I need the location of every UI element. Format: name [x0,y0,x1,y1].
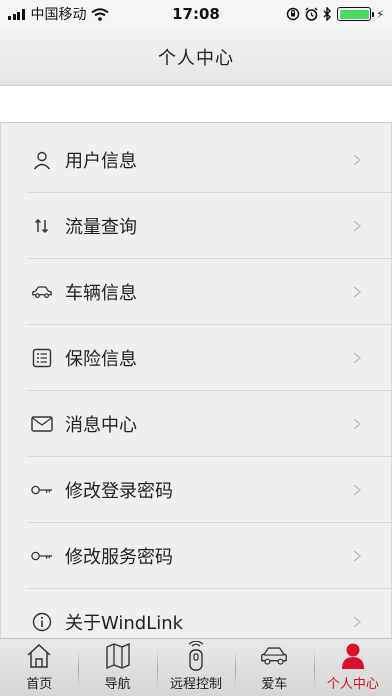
chevron-right-icon [353,153,362,166]
menu-item-label: 车辆信息 [65,282,137,304]
user-icon [31,149,53,171]
menu-item-label: 修改服务密码 [65,546,173,568]
chevron-right-icon [353,549,362,562]
menu-item-insurance-info[interactable]: 保险信息 [27,325,391,391]
signal-icon [8,8,25,20]
charging-icon: ⚡ [376,7,384,21]
status-left: 中国移动 [8,4,109,24]
menu-item-label: 流量查询 [65,216,137,238]
info-icon [31,611,53,633]
menu-item-label: 保险信息 [65,348,137,370]
menu-item-label: 修改登录密码 [65,480,173,502]
map-icon [103,641,133,671]
menu-item-vehicle-info[interactable]: 车辆信息 [27,259,391,325]
tab-label: 首页 [26,677,53,692]
tab-label: 爱车 [261,677,288,692]
envelope-icon [31,413,53,435]
menu-item-label: 用户信息 [65,150,137,172]
chevron-right-icon [353,483,362,496]
tab-label: 个人中心 [326,677,379,692]
bluetooth-icon [323,7,332,21]
tab-home[interactable]: 首页 [0,639,78,696]
chevron-right-icon [353,351,362,364]
status-bar: 中国移动 17:08 ⚡ [0,0,392,28]
menu-item-change-login-password[interactable]: 修改登录密码 [27,457,391,523]
status-right: ⚡ [286,7,384,21]
chevron-right-icon [353,219,362,232]
menu-item-message-center[interactable]: 消息中心 [27,391,391,457]
list-icon [31,347,53,369]
tab-personal-center[interactable]: 个人中心 [313,639,392,696]
tab-my-car[interactable]: 爱车 [235,639,313,696]
menu-item-label: 关于WindLink [65,613,184,634]
alarm-icon [305,7,318,21]
wifi-icon [90,7,109,21]
car-icon [259,641,289,671]
menu-list: 用户信息 流量查询 车辆信息 保险信息 消息中心 修改登录密码 修改服务密码 关… [0,122,392,642]
navigation-bar: 个人中心 [0,28,392,86]
menu-item-user-info[interactable]: 用户信息 [27,127,391,193]
menu-item-data-usage[interactable]: 流量查询 [27,193,391,259]
tab-remote-control[interactable]: 远程控制 [156,639,235,696]
data-transfer-icon [31,215,53,237]
car-icon [31,281,53,303]
chevron-right-icon [353,616,362,628]
tab-navigation[interactable]: 导航 [78,639,156,696]
menu-item-about[interactable]: 关于WindLink [27,589,391,642]
carrier-name: 中国移动 [30,7,87,23]
key-icon [31,545,53,567]
battery-icon [337,7,375,21]
home-icon [24,641,54,671]
tab-label: 导航 [104,677,131,692]
person-icon [338,641,368,671]
menu-item-label: 消息中心 [65,414,137,436]
tab-bar: 首页 导航 远程控制 爱车 个人中心 [0,638,392,696]
menu-item-change-service-password[interactable]: 修改服务密码 [27,523,391,589]
chevron-right-icon [353,285,362,298]
tab-label: 远程控制 [170,677,223,692]
key-icon [31,479,53,501]
remote-key-icon [181,641,211,671]
page-title: 个人中心 [158,47,234,69]
rotation-lock-icon [287,7,300,21]
chevron-right-icon [353,417,362,430]
